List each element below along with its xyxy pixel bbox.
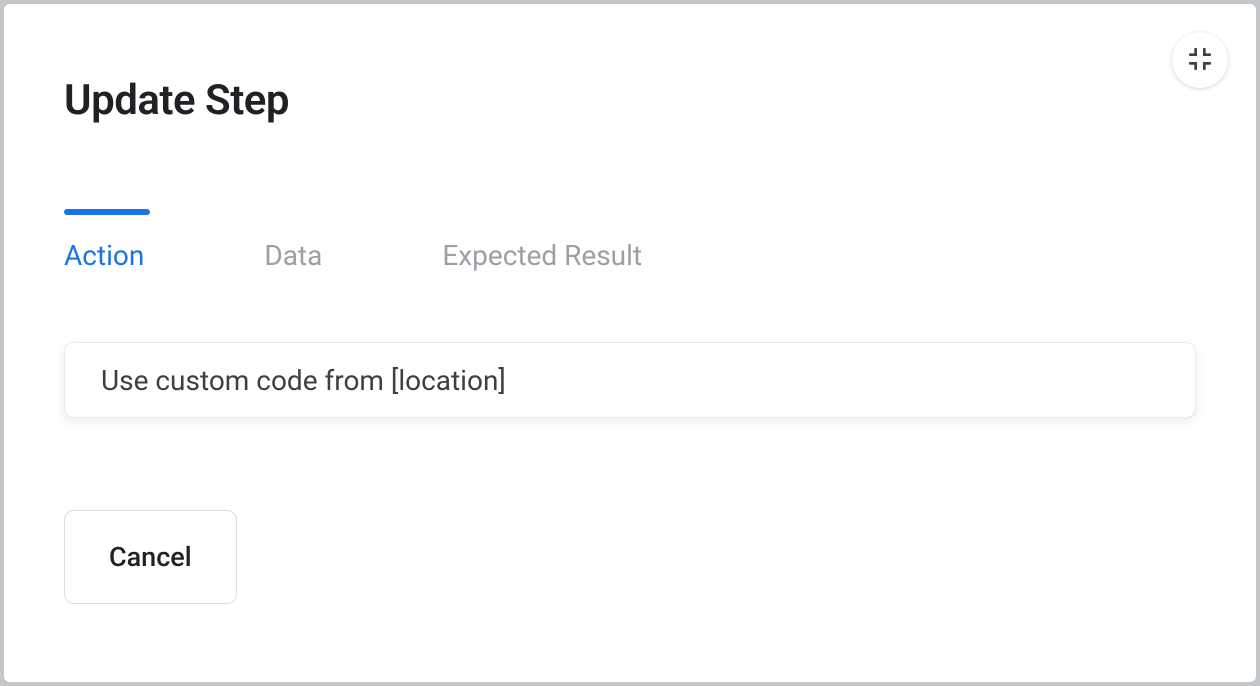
cancel-button[interactable]: Cancel — [64, 510, 237, 604]
modal-actions: Cancel — [64, 510, 1196, 604]
tab-label: Action — [64, 239, 144, 272]
modal-title: Update Step — [64, 76, 1196, 125]
update-step-modal: Update Step Action Data Expected Result … — [4, 4, 1256, 682]
tab-expected-result[interactable]: Expected Result — [442, 215, 642, 272]
tab-data[interactable]: Data — [264, 215, 322, 272]
collapse-button[interactable] — [1172, 32, 1228, 88]
tab-bar: Action Data Expected Result — [64, 215, 1196, 272]
tab-label: Data — [264, 239, 322, 272]
action-input-container — [64, 342, 1196, 418]
collapse-icon — [1187, 46, 1213, 75]
action-input[interactable] — [64, 342, 1196, 418]
tab-action[interactable]: Action — [64, 215, 144, 272]
tab-label: Expected Result — [442, 239, 642, 272]
